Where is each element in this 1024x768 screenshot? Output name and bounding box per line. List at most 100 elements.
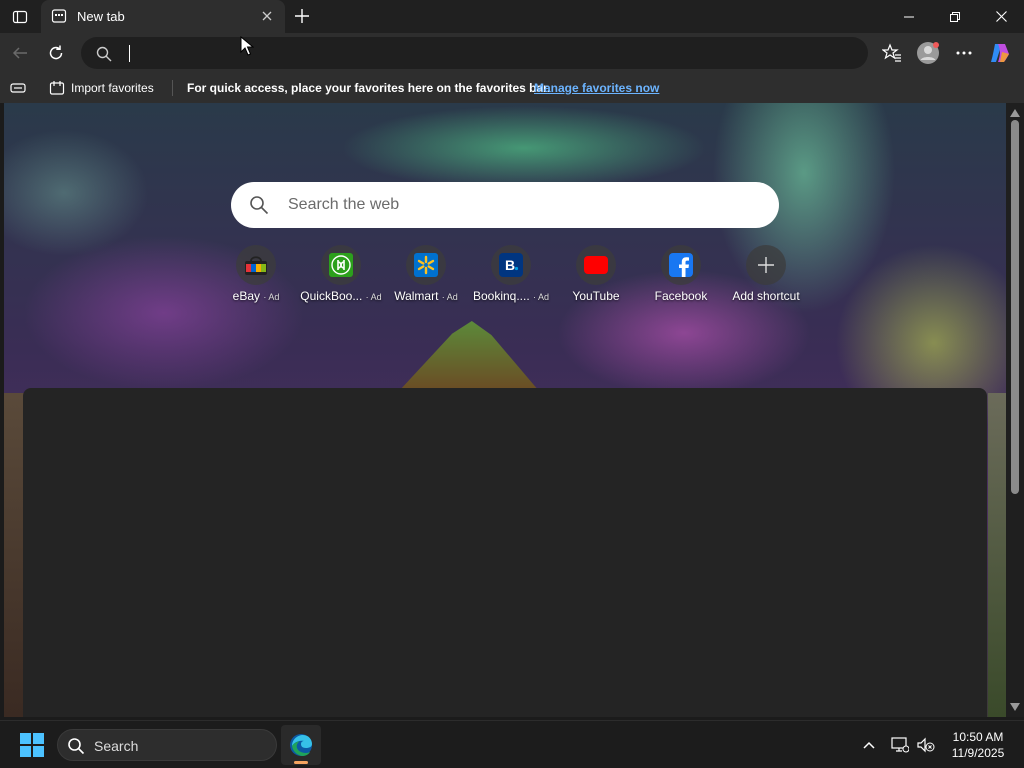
youtube-icon <box>584 256 608 274</box>
text-caret <box>129 45 130 62</box>
search-icon <box>250 196 269 215</box>
minimize-icon <box>904 16 914 17</box>
restore-button[interactable] <box>932 0 978 33</box>
tab-close-button[interactable] <box>259 8 275 24</box>
shortcut-walmart[interactable]: Walmart · Ad <box>384 245 468 305</box>
tab-new-tab[interactable]: New tab <box>41 0 285 33</box>
shortcut-tile <box>661 245 701 285</box>
settings-more-button[interactable] <box>952 41 976 65</box>
booking-icon: B <box>499 253 523 277</box>
shortcut-tile <box>406 245 446 285</box>
copilot-button[interactable] <box>988 41 1012 65</box>
new-tab-page: eBay · Ad QuickBoo... · Ad <box>4 103 1006 717</box>
new-tab-button[interactable] <box>290 5 314 27</box>
tab-actions-icon <box>12 10 28 24</box>
web-search-box[interactable] <box>231 182 779 228</box>
shortcut-tile <box>746 245 786 285</box>
browser-toolbar <box>0 33 1024 73</box>
plus-icon <box>295 9 309 23</box>
favorites-star-icon <box>882 43 901 62</box>
shortcut-label: Walmart · Ad <box>394 289 458 303</box>
windows-start-icon[interactable] <box>20 733 44 757</box>
shortcut-tile <box>321 245 361 285</box>
shortcut-label: QuickBoo... · Ad <box>300 289 382 303</box>
address-bar[interactable] <box>81 37 868 69</box>
volume-button[interactable] <box>914 733 938 757</box>
tab-title: New tab <box>77 9 125 24</box>
close-icon <box>995 11 1007 22</box>
clock-date: 11/9/2025 <box>951 746 1005 760</box>
more-horizontal-icon <box>956 51 972 55</box>
edge-icon <box>290 734 312 756</box>
taskbar-edge-app[interactable] <box>281 725 321 765</box>
copilot-icon <box>991 44 1009 62</box>
volume-muted-icon <box>917 737 935 753</box>
favorites-button[interactable] <box>880 41 904 65</box>
clock-time: 10:50 AM <box>952 730 1004 744</box>
shortcut-label: Add shortcut <box>732 289 800 303</box>
chevron-up-icon <box>863 741 875 749</box>
profile-button[interactable] <box>916 41 940 65</box>
import-favorites-button[interactable]: Import favorites <box>49 79 154 97</box>
facebook-icon <box>669 253 693 277</box>
refresh-icon <box>49 45 63 60</box>
scrollbar-thumb[interactable] <box>1011 120 1019 494</box>
import-icon <box>49 81 65 95</box>
shortcut-quickbooks[interactable]: QuickBoo... · Ad <box>299 245 383 305</box>
shortcut-ebay[interactable]: eBay · Ad <box>214 245 298 305</box>
ebay-icon <box>245 256 267 275</box>
shortcut-tile <box>236 245 276 285</box>
active-app-indicator <box>294 761 308 764</box>
back-button[interactable] <box>8 41 32 65</box>
shortcut-label: Facebook <box>654 289 708 303</box>
scroll-down-arrow-icon[interactable] <box>1010 703 1020 711</box>
tab-actions-button[interactable] <box>8 6 32 28</box>
shortcut-youtube[interactable]: YouTube <box>554 245 638 305</box>
network-status-button[interactable] <box>888 733 912 757</box>
background-rock-left <box>4 393 24 717</box>
scroll-up-arrow-icon[interactable] <box>1010 109 1020 117</box>
restore-icon <box>950 11 960 22</box>
add-shortcut-button[interactable]: Add shortcut <box>724 245 808 305</box>
minimize-button[interactable] <box>886 0 932 33</box>
address-input[interactable] <box>127 41 847 65</box>
taskbar-search-box[interactable]: Search <box>57 729 277 761</box>
page-scrollbar[interactable] <box>1006 103 1024 717</box>
favorites-bar-collapse-icon[interactable] <box>10 80 26 96</box>
search-icon <box>96 46 112 62</box>
favorites-bar-message: For quick access, place your favorites h… <box>187 81 551 95</box>
shortcut-facebook[interactable]: Facebook <box>639 245 723 305</box>
quickbooks-icon <box>329 253 353 277</box>
manage-favorites-link[interactable]: Manage favorites now <box>534 81 659 95</box>
shortcut-label: eBay · Ad <box>232 289 280 303</box>
show-hidden-icons-button[interactable] <box>857 733 881 757</box>
favorites-bar: Import favorites For quick access, place… <box>0 73 1024 103</box>
back-arrow-icon <box>12 47 27 59</box>
taskbar-search-label: Search <box>94 738 139 754</box>
content-feed-panel <box>23 388 987 717</box>
new-tab-favicon-icon <box>51 9 67 23</box>
plus-icon <box>758 257 774 273</box>
tab-strip: New tab <box>0 0 1024 33</box>
walmart-icon <box>414 253 438 277</box>
shortcut-tile: B <box>491 245 531 285</box>
web-search-input[interactable] <box>286 192 756 218</box>
refresh-button[interactable] <box>44 41 68 65</box>
close-window-button[interactable] <box>978 0 1024 33</box>
svg-text:B: B <box>505 257 515 273</box>
mouse-cursor-icon <box>240 36 254 56</box>
import-favorites-label: Import favorites <box>71 81 154 95</box>
avatar-icon <box>917 42 939 64</box>
network-icon <box>891 737 909 753</box>
close-icon <box>262 11 272 21</box>
shortcut-label: YouTube <box>572 289 620 303</box>
shortcut-tile <box>576 245 616 285</box>
shortcut-booking[interactable]: B Bookinq.... · Ad <box>469 245 553 305</box>
background-rock-right <box>988 393 1006 717</box>
quick-links: eBay · Ad QuickBoo... · Ad Walmart · Ad … <box>214 245 814 305</box>
shortcut-label: Bookinq.... · Ad <box>472 289 550 303</box>
divider <box>172 80 173 96</box>
windows-taskbar: Search 10:50 AM 11/9/2025 <box>0 720 1024 768</box>
search-icon <box>68 738 85 755</box>
taskbar-clock[interactable]: 10:50 AM 11/9/2025 <box>940 729 1016 761</box>
